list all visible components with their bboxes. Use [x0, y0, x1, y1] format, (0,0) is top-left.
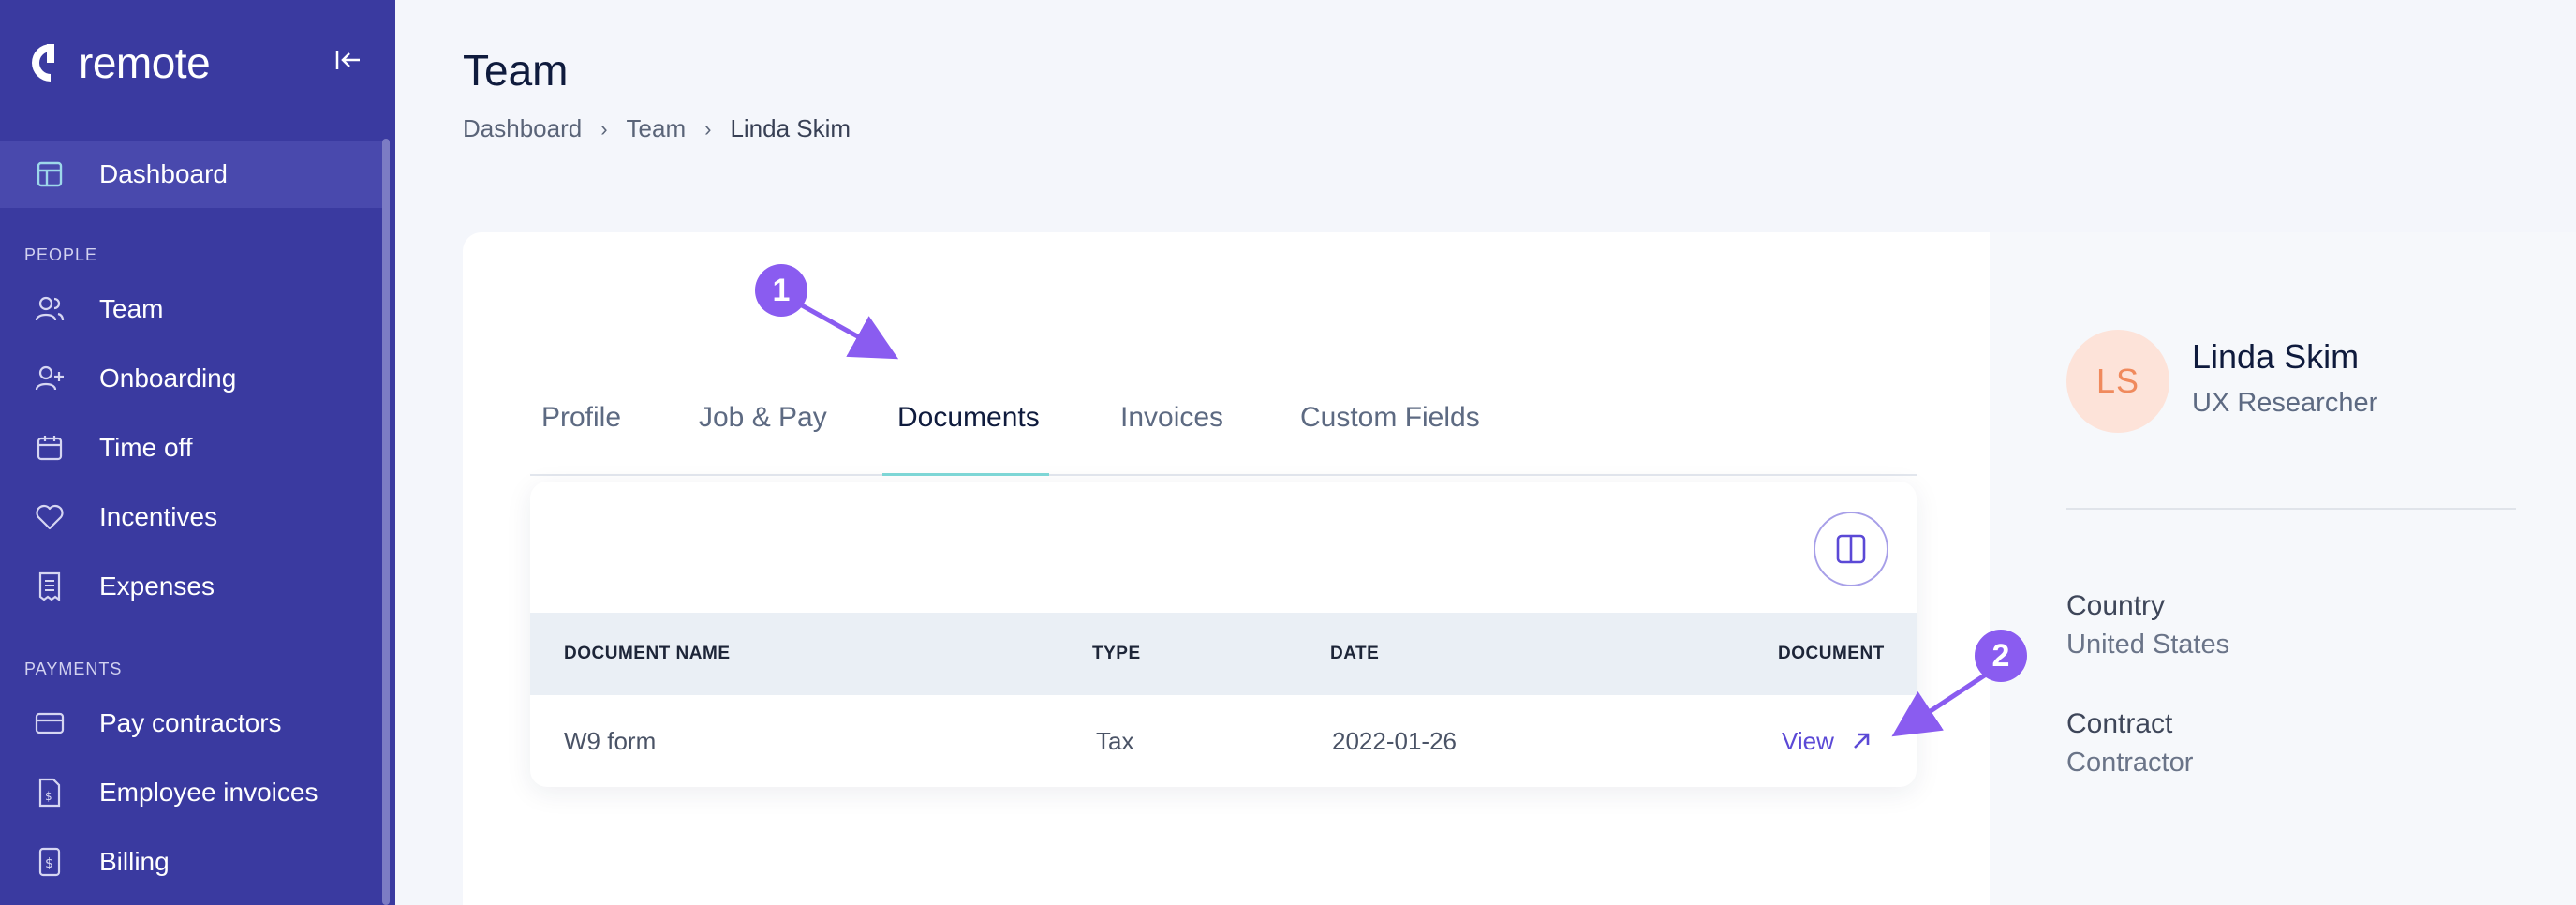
annotation-badge-2: 2: [1975, 630, 2027, 682]
annotation-arrow-1: [800, 303, 899, 360]
annotation-arrows: [800, 303, 1988, 737]
annotation-arrow-2: [1891, 672, 1988, 737]
annotation-badge-1: 1: [755, 264, 807, 317]
